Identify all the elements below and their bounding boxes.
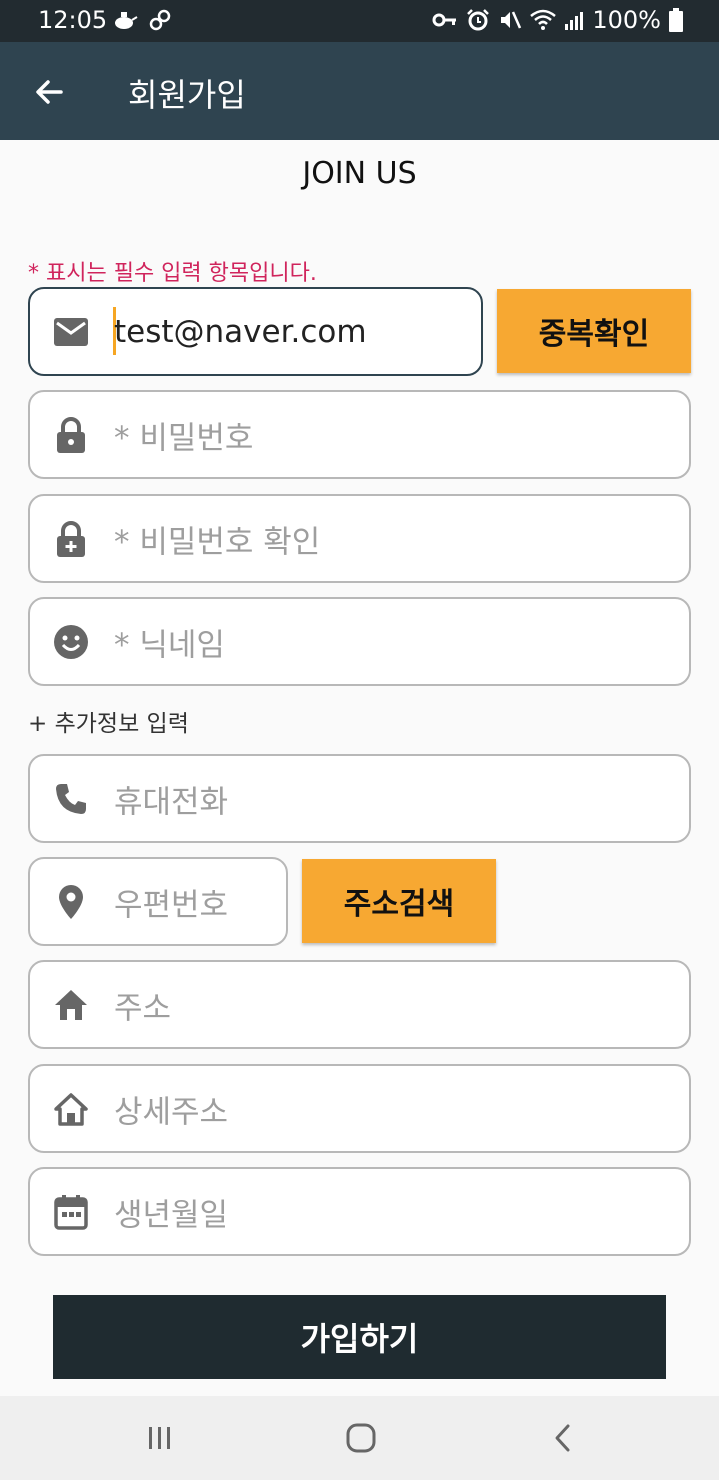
- extra-info-label[interactable]: + 추가정보 입력: [28, 704, 189, 738]
- house-outline-icon: [52, 1090, 90, 1128]
- zipcode-field[interactable]: 우편번호: [28, 857, 288, 946]
- address-search-button[interactable]: 주소검색: [302, 859, 496, 943]
- status-bar: 12:05 100%: [0, 0, 719, 42]
- password-confirm-field[interactable]: * 비밀번호 확인: [28, 494, 691, 583]
- phone-field[interactable]: 휴대전화: [28, 754, 691, 843]
- app-bar: 회원가입: [0, 42, 719, 140]
- teapot-icon: [112, 8, 138, 32]
- password-field[interactable]: * 비밀번호: [28, 390, 691, 479]
- calendar-icon: [52, 1193, 90, 1231]
- join-heading: JOIN US: [302, 156, 417, 191]
- link-icon: [148, 8, 172, 32]
- password-placeholder: * 비밀번호: [114, 420, 254, 456]
- recent-apps-icon[interactable]: [140, 1418, 180, 1458]
- signup-submit-button[interactable]: 가입하기: [53, 1295, 666, 1379]
- system-nav-bar: [0, 1396, 719, 1480]
- back-arrow-icon[interactable]: [26, 69, 72, 115]
- address-field[interactable]: 주소: [28, 960, 691, 1049]
- nickname-field[interactable]: * 닉네임: [28, 597, 691, 686]
- battery-text: 100%: [592, 6, 661, 34]
- email-value: test@naver.com: [114, 313, 367, 350]
- page-title: 회원가입: [128, 76, 246, 114]
- mute-icon: [498, 8, 522, 32]
- smiley-icon: [52, 623, 90, 661]
- signal-icon: [564, 10, 584, 30]
- nickname-placeholder: * 닉네임: [114, 627, 225, 663]
- email-field[interactable]: test@naver.com: [28, 287, 483, 376]
- birthdate-field[interactable]: 생년월일: [28, 1167, 691, 1256]
- home-icon[interactable]: [341, 1418, 381, 1458]
- back-icon[interactable]: [543, 1418, 583, 1458]
- mail-icon: [52, 313, 90, 351]
- alarm-icon: [466, 8, 490, 32]
- duplicate-check-button[interactable]: 중복확인: [497, 289, 691, 373]
- status-time: 12:05: [38, 6, 108, 34]
- address-detail-field[interactable]: 상세주소: [28, 1064, 691, 1153]
- location-pin-icon: [52, 883, 90, 921]
- wifi-icon: [530, 9, 557, 31]
- birthdate-placeholder: 생년월일: [114, 1197, 229, 1233]
- required-note: * 표시는 필수 입력 항목입니다.: [28, 261, 317, 286]
- phone-icon: [52, 780, 90, 818]
- key-icon: [432, 10, 458, 30]
- password-confirm-placeholder: * 비밀번호 확인: [114, 524, 321, 560]
- address-placeholder: 주소: [114, 990, 172, 1026]
- zipcode-placeholder: 우편번호: [114, 887, 229, 923]
- lock-icon: [52, 416, 90, 454]
- lock-plus-icon: [52, 520, 90, 558]
- house-icon: [52, 986, 90, 1024]
- phone-placeholder: 휴대전화: [114, 784, 229, 820]
- battery-icon: [669, 8, 683, 32]
- address-detail-placeholder: 상세주소: [114, 1094, 229, 1130]
